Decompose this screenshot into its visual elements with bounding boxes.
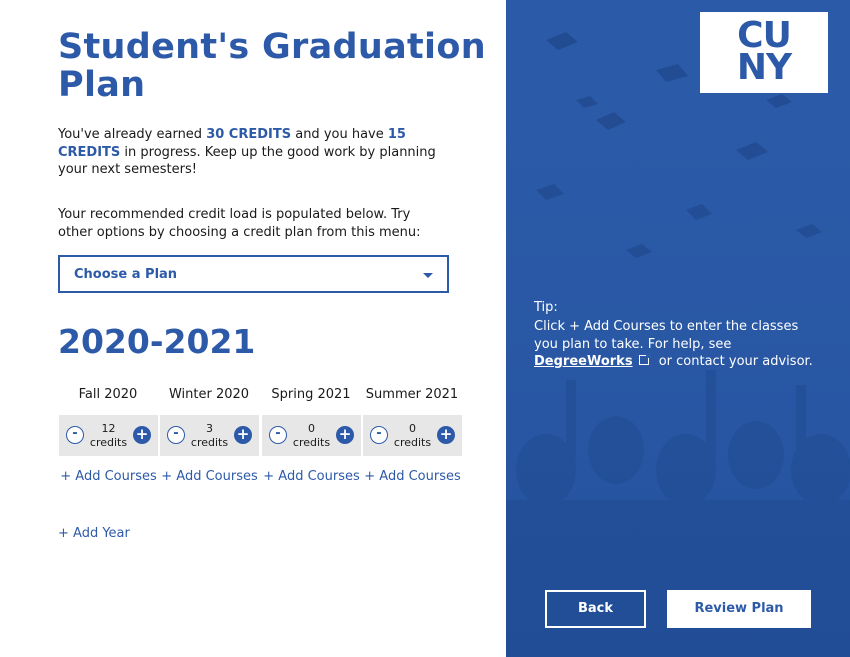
earned-credits: 30 CREDITS <box>206 127 292 142</box>
semester-label-spring-2021: Spring 2021 <box>271 387 351 402</box>
add-year-link[interactable]: + Add Year <box>58 526 130 541</box>
tip-title: Tip: <box>534 300 558 315</box>
review-plan-button[interactable]: Review Plan <box>667 590 811 628</box>
credit-stepper-summer-2021: - 0 credits + <box>363 415 462 456</box>
page-title: Student's Graduation Plan <box>58 27 486 105</box>
semester-label-summer-2021: Summer 2021 <box>365 387 459 402</box>
plus-icon[interactable]: + <box>336 426 354 444</box>
degreeworks-link[interactable]: DegreeWorks <box>534 354 633 369</box>
credit-stepper-winter-2020: - 3 credits + <box>160 415 259 456</box>
credit-stepper-spring-2021: - 0 credits + <box>262 415 361 456</box>
plan-select-value: Choose a Plan <box>74 267 178 282</box>
summary-text: and you have <box>291 127 388 142</box>
summary-text: You've already earned <box>58 127 207 142</box>
semester-label-winter-2020: Winter 2020 <box>168 387 250 402</box>
chevron-down-icon <box>423 273 433 278</box>
add-courses-fall-2020[interactable]: + Add Courses <box>59 469 158 484</box>
credits-summary: You've already earned 30 CREDITS and you… <box>58 126 438 179</box>
year-heading: 2020-2021 <box>58 322 256 361</box>
plan-select[interactable]: Choose a Plan <box>58 255 449 293</box>
credit-stepper-fall-2020: - 12 credits + <box>59 415 158 456</box>
tip-text-part: or contact your advisor. <box>654 354 813 369</box>
logo-text: NY <box>736 47 792 88</box>
cuny-logo: CU NY <box>700 12 828 93</box>
semester-label-fall-2020: Fall 2020 <box>78 387 138 402</box>
sidebar-panel: CU NY Tip: Click + Add Courses to enter … <box>506 0 850 657</box>
tip-text-part: Click + Add Courses to enter the classes… <box>534 319 799 352</box>
back-button[interactable]: Back <box>545 590 646 628</box>
add-courses-spring-2021[interactable]: + Add Courses <box>262 469 361 484</box>
recommend-text: Your recommended credit load is populate… <box>58 207 421 240</box>
add-courses-summer-2021[interactable]: + Add Courses <box>363 469 462 484</box>
tip-text: Click + Add Courses to enter the classes… <box>534 318 820 371</box>
main-panel: Student's Graduation Plan You've already… <box>0 0 506 657</box>
plus-icon[interactable]: + <box>437 426 455 444</box>
plus-icon[interactable]: + <box>234 426 252 444</box>
external-link-icon <box>638 353 651 365</box>
add-courses-winter-2020[interactable]: + Add Courses <box>160 469 259 484</box>
plus-icon[interactable]: + <box>133 426 151 444</box>
